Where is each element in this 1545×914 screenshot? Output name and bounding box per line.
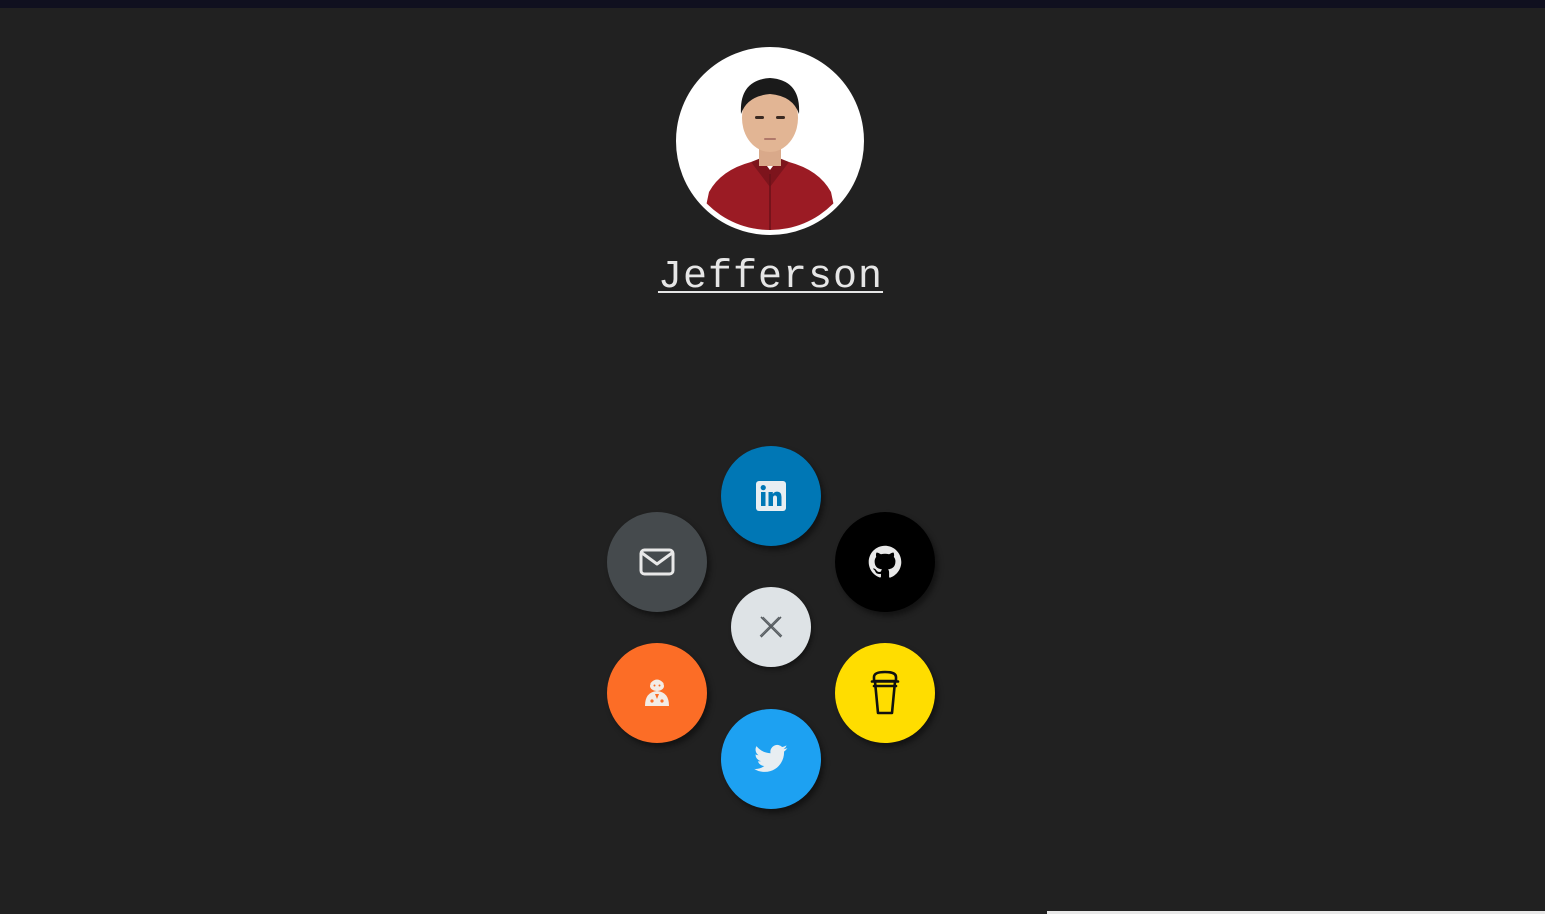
twitter-button[interactable] [721, 709, 821, 809]
coffee-cup-icon [868, 669, 902, 717]
mail-icon [639, 548, 675, 576]
coffee-button[interactable] [835, 643, 935, 743]
linkedin-button[interactable] [721, 446, 821, 546]
email-button[interactable] [607, 512, 707, 612]
menu-toggle-button[interactable] [731, 587, 811, 667]
twitter-icon [754, 744, 788, 774]
profile-name-link[interactable]: Jefferson [0, 255, 1541, 300]
github-button[interactable] [835, 512, 935, 612]
avatar [676, 47, 864, 235]
linkedin-icon [756, 481, 786, 511]
close-icon [758, 614, 784, 640]
orange-service-button[interactable] [607, 643, 707, 743]
github-icon [868, 545, 902, 579]
top-bar [0, 0, 1545, 8]
mascot-icon [641, 678, 673, 708]
